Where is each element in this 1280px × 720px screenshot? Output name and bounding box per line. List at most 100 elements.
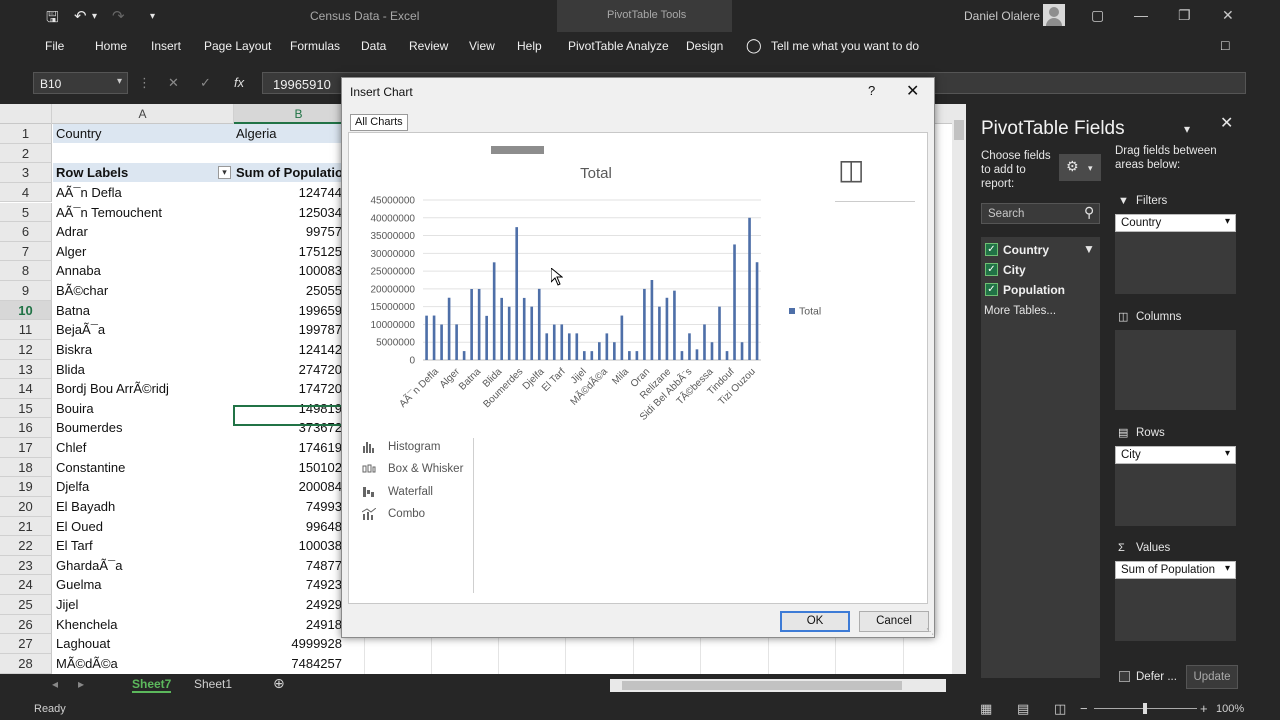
cell-b[interactable]: 24918 <box>234 615 342 635</box>
checkbox-population[interactable]: ✓ <box>985 283 998 296</box>
chart-type-waterfall[interactable]: Waterfall <box>362 486 433 498</box>
row-header[interactable]: 27 <box>0 634 52 654</box>
row-header[interactable]: 14 <box>0 379 52 399</box>
cell-b[interactable]: Algeria <box>234 124 342 144</box>
tab-all-charts[interactable]: All Charts <box>350 114 408 131</box>
cell-a[interactable]: GhardaÃ¯a <box>56 556 122 576</box>
cell-a[interactable]: Djelfa <box>56 477 89 497</box>
scroll-sheets-right-icon[interactable]: ▸ <box>78 677 84 691</box>
page-layout-view-icon[interactable]: ▤ <box>1017 701 1029 717</box>
cell-a[interactable]: Country <box>56 124 102 144</box>
cell-b[interactable]: Sum of Populatio <box>234 163 342 183</box>
save-icon[interactable]: 🖫 <box>46 7 59 32</box>
cell-a[interactable]: Blida <box>56 360 85 380</box>
row-labels-filter-icon[interactable]: ▾ <box>218 166 231 180</box>
cell-a[interactable]: Jijel <box>56 595 78 615</box>
maximize-icon[interactable]: ❐ <box>1178 7 1191 24</box>
cell-a[interactable]: AÃ¯n Defla <box>56 183 122 203</box>
checkbox-city[interactable]: ✓ <box>985 263 998 276</box>
close-icon[interactable]: ✕ <box>906 81 919 101</box>
cell-b[interactable]: 200084 <box>234 477 342 497</box>
cell-b[interactable]: 74923 <box>234 575 342 595</box>
row-header[interactable]: 18 <box>0 457 52 478</box>
row-header[interactable]: 6 <box>0 222 52 242</box>
pane-close-icon[interactable]: ✕ <box>1220 116 1233 132</box>
cell-b[interactable]: 125034 <box>234 203 342 223</box>
row-header[interactable]: 28 <box>0 654 52 674</box>
row-header[interactable]: 15 <box>0 398 52 419</box>
cell-b[interactable]: 74877 <box>234 556 342 576</box>
row-header[interactable]: 7 <box>0 241 52 262</box>
ok-button[interactable]: OK <box>780 611 850 632</box>
cell-b[interactable]: 199659 <box>234 301 342 321</box>
chart-type-histogram[interactable]: Histogram <box>362 441 440 453</box>
resize-grip-icon[interactable]: ⋱ <box>926 627 934 636</box>
row-header[interactable]: 12 <box>0 339 52 360</box>
row-header[interactable]: 16 <box>0 418 52 439</box>
row-header[interactable]: 4 <box>0 182 52 203</box>
cell-a[interactable]: El Oued <box>56 517 103 537</box>
row-header[interactable]: 19 <box>0 477 52 497</box>
undo-dropdown-icon[interactable]: ▾ <box>92 11 97 22</box>
vertical-scrollbar[interactable] <box>952 104 966 674</box>
row-header[interactable]: 2 <box>0 143 52 164</box>
tab-file[interactable]: File <box>45 39 64 53</box>
chart-type-box-whisker[interactable]: Box & Whisker <box>362 463 463 475</box>
row-header[interactable]: 22 <box>0 536 52 556</box>
avatar[interactable] <box>1043 4 1065 26</box>
chart-preview-icon[interactable]: ◫ <box>838 153 864 186</box>
checkbox-country[interactable]: ✓ <box>985 243 998 256</box>
chart-preview[interactable]: Total 0 5000000 10000000 15000000 20000000 250… <box>349 150 833 440</box>
cell-a[interactable]: Annaba <box>56 261 101 281</box>
zoom-in-icon[interactable]: + <box>1200 701 1208 716</box>
field-country[interactable]: Country <box>1003 243 1049 257</box>
filters-country-item[interactable]: Country <box>1115 214 1236 232</box>
cell-b[interactable]: 74993 <box>234 497 342 517</box>
row-header[interactable]: 25 <box>0 595 52 615</box>
cell-a[interactable]: Biskra <box>56 340 92 360</box>
help-button[interactable]: ? <box>868 83 875 98</box>
cell-a[interactable]: Bordj Bou ArrÃ©ridj <box>56 379 169 399</box>
cancel-button[interactable]: Cancel <box>859 611 929 632</box>
insert-function-icon[interactable]: fx <box>234 75 244 90</box>
tab-data[interactable]: Data <box>361 39 386 53</box>
rows-city-item[interactable]: City <box>1115 446 1236 464</box>
tab-formulas[interactable]: Formulas <box>290 39 340 53</box>
cell-a[interactable]: Adrar <box>56 222 88 242</box>
cell-a[interactable]: MÃ©dÃ©a <box>56 654 118 674</box>
cell-a[interactable]: Row Labels <box>56 163 128 183</box>
ribbon-display-icon[interactable]: ▢ <box>1091 7 1104 24</box>
row-header[interactable]: 1 <box>0 124 52 144</box>
cell-b[interactable]: 174619 <box>234 438 342 458</box>
row-header[interactable]: 21 <box>0 516 52 537</box>
row-header[interactable]: 26 <box>0 614 52 635</box>
tell-me-search[interactable]: Tell me what you want to do <box>771 39 919 53</box>
cell-b[interactable]: 99757 <box>234 222 342 242</box>
minimize-icon[interactable]: — <box>1134 7 1148 23</box>
cell-b[interactable]: 99648 <box>234 517 342 537</box>
cell-a[interactable]: Alger <box>56 242 86 262</box>
more-tables-link[interactable]: More Tables... <box>984 304 1056 318</box>
cell-b[interactable]: 25055 <box>234 281 342 301</box>
cell-b[interactable]: 4999928 <box>234 634 342 654</box>
redo-icon[interactable]: ↷ <box>112 7 125 25</box>
row-header[interactable]: 23 <box>0 555 52 576</box>
user-name[interactable]: Daniel Olalere <box>964 9 1040 23</box>
customize-toolbar-icon[interactable]: ▾ <box>150 11 155 22</box>
cell-b[interactable]: 100083 <box>234 261 342 281</box>
cell-b[interactable]: 274720 <box>234 360 342 380</box>
comments-icon[interactable]: □ <box>1221 37 1229 53</box>
filter-icon[interactable]: ▼ <box>1083 242 1095 256</box>
zoom-slider-thumb[interactable] <box>1143 703 1147 714</box>
more-options-icon[interactable]: ⋮ <box>138 75 151 91</box>
horizontal-scrollbar[interactable] <box>610 679 946 692</box>
search-input[interactable]: Search ⚲ <box>981 203 1100 224</box>
cell-a[interactable]: BejaÃ¯a <box>56 320 105 340</box>
cell-b[interactable]: 174720 <box>234 379 342 399</box>
tab-insert[interactable]: Insert <box>151 39 181 53</box>
select-all-corner[interactable] <box>0 104 52 124</box>
row-header[interactable]: 8 <box>0 261 52 281</box>
cell-b[interactable]: 100038 <box>234 536 342 556</box>
cell-b[interactable]: 124142 <box>234 340 342 360</box>
cancel-entry-icon[interactable]: ✕ <box>168 75 179 91</box>
